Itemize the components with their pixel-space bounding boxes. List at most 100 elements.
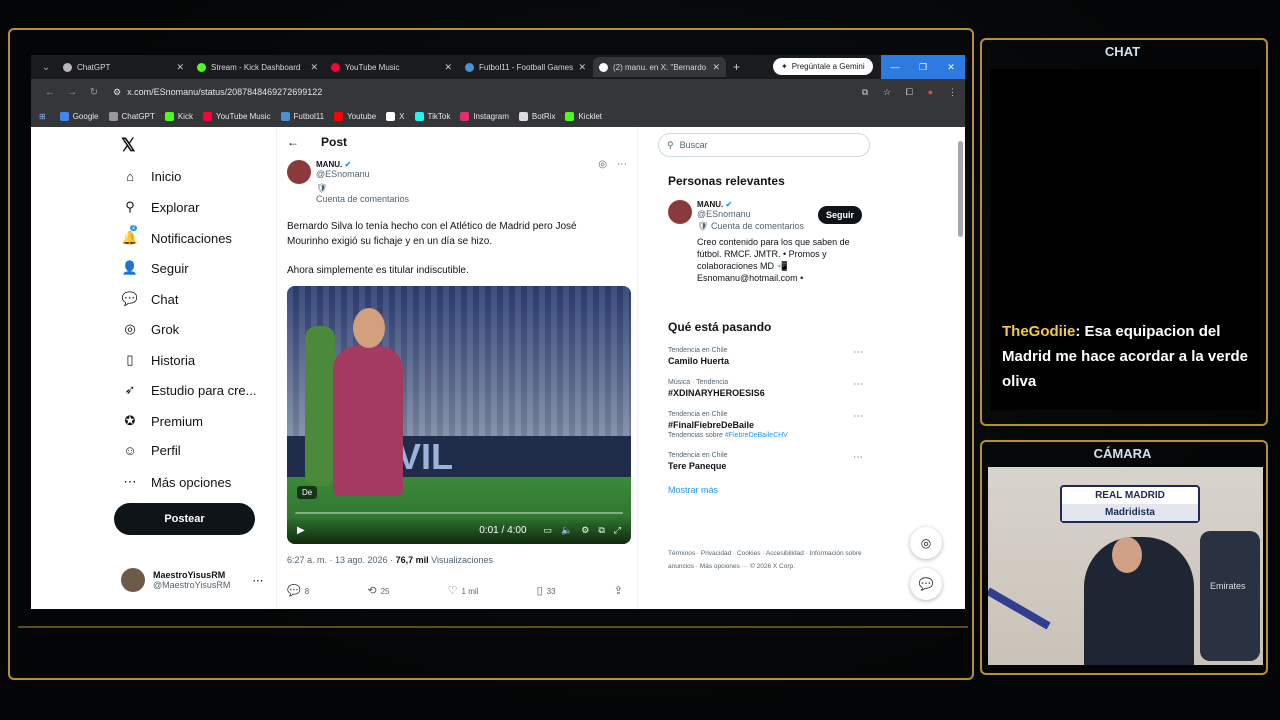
trend-item[interactable]: Tendencia en Chile #FinalFiebreDeBaile Ten…: [668, 411, 863, 439]
nav-chat[interactable]: 💬 Chat: [121, 291, 179, 307]
nav-notificaciones[interactable]: 🔔 2 Notificaciones: [121, 225, 232, 246]
close-icon[interactable]: ✕: [712, 62, 720, 73]
minimize-icon[interactable]: —: [881, 55, 909, 79]
nav-mas-opciones[interactable]: ⋯ Más opciones: [121, 474, 232, 490]
back-arrow-icon[interactable]: ←: [287, 135, 299, 149]
footer-links[interactable]: Términos · Privacidad · Cookies · Accesi…: [668, 547, 868, 573]
nav-premium[interactable]: ✪ Premium: [121, 413, 203, 429]
show-more-link[interactable]: Mostrar más: [668, 485, 863, 495]
bookmark-google[interactable]: Google: [59, 111, 99, 121]
gemini-button[interactable]: ✦ Pregúntale a Gemini: [773, 58, 873, 75]
bookmark-chatgpt[interactable]: ChatGPT: [108, 111, 155, 121]
nav-inicio[interactable]: ⌂ Inicio: [121, 169, 181, 184]
bookmark-button[interactable]: ▯ 33: [537, 584, 556, 597]
repost-button[interactable]: ⟲ 25: [367, 584, 389, 597]
post-author[interactable]: MANU. ✔ @ESnomanu 🛡 Cuenta de comentarios: [287, 160, 409, 204]
apps-icon[interactable]: ⊞: [39, 112, 46, 121]
maximize-icon[interactable]: ❐: [909, 55, 937, 79]
nav-explorar[interactable]: ⚲ Explorar: [121, 199, 199, 215]
captions-icon[interactable]: ▭: [544, 525, 553, 536]
nav-historia[interactable]: ▯ Historia: [121, 352, 195, 368]
x-logo-icon[interactable]: 𝕏: [121, 135, 136, 156]
gemini-label: Pregúntale a Gemini: [791, 62, 865, 71]
back-icon[interactable]: ←: [39, 87, 61, 98]
more-icon[interactable]: ⋯: [617, 159, 627, 170]
bookmark-futbol11[interactable]: Futbol11: [280, 111, 324, 121]
bookmark-botrix[interactable]: BotRix: [518, 111, 555, 121]
bookmark-x[interactable]: X: [386, 111, 405, 121]
bookmark-kicklet[interactable]: Kicklet: [565, 111, 602, 121]
nav-perfil[interactable]: ☺ Perfil: [121, 443, 180, 458]
nav-estudio[interactable]: ➶ Estudio para cre...: [121, 382, 257, 398]
new-tab-icon[interactable]: +: [733, 60, 740, 74]
forward-icon[interactable]: →: [61, 87, 83, 98]
nav-seguir[interactable]: 👤 Seguir: [121, 260, 189, 276]
post-timestamp[interactable]: 6:27 a. m. · 13 ago. 2026 ·: [287, 555, 396, 565]
scrollbar[interactable]: [958, 141, 963, 237]
bookmark-tiktok[interactable]: TikTok: [414, 111, 450, 121]
real-madrid-flag: REAL MADRID Madridista: [1060, 485, 1200, 523]
like-count: 1 mil: [461, 587, 479, 596]
close-icon[interactable]: ✕: [578, 62, 586, 73]
tab-youtube-music[interactable]: YouTube Music ✕: [325, 57, 458, 77]
more-icon[interactable]: ⋯: [853, 347, 863, 358]
close-icon[interactable]: ✕: [310, 62, 318, 73]
trend-context: Tendencia en Chile: [668, 452, 728, 459]
avatar[interactable]: [287, 160, 311, 184]
tab-chatgpt[interactable]: ChatGPT ✕: [57, 57, 190, 77]
volume-icon[interactable]: 🔈: [561, 525, 572, 536]
bookmark-instagram[interactable]: Instagram: [460, 111, 509, 121]
menu-icon[interactable]: ⋮: [948, 87, 957, 97]
more-icon[interactable]: ⋯: [853, 379, 863, 390]
more-icon[interactable]: ⋯: [853, 411, 863, 422]
tab-kick[interactable]: Stream - Kick Dashboard ✕: [191, 57, 324, 77]
post-button[interactable]: Postear: [114, 503, 255, 535]
fullscreen-icon[interactable]: ⤢: [614, 525, 621, 536]
video-progress[interactable]: [295, 512, 623, 514]
card-title: Personas relevantes: [668, 174, 785, 188]
bookmark-youtube-music[interactable]: YouTube Music: [202, 111, 271, 121]
search-placeholder: Buscar: [679, 140, 708, 150]
tab-x-post[interactable]: (2) manu. en X: "Bernardo S ✕: [593, 57, 726, 77]
grok-float-button[interactable]: ◎: [910, 527, 942, 559]
settings-icon[interactable]: ⚙: [581, 525, 589, 536]
tab-search-icon[interactable]: ⌄: [35, 62, 57, 73]
more-icon[interactable]: ⋯: [853, 452, 863, 463]
close-window-icon[interactable]: ✕: [937, 55, 965, 79]
site-info-icon[interactable]: ⚙: [113, 87, 121, 98]
video-player[interactable]: VIL De ▶ 0:01 / 4:00 ▭ 🔈 ⚙ ⧉ ⤢: [287, 286, 631, 544]
trend-item[interactable]: Tendencia en Chile Tere Paneque ⋯: [668, 452, 863, 471]
follow-button[interactable]: Seguir: [817, 206, 862, 224]
close-icon[interactable]: ✕: [444, 62, 452, 73]
video-frame-goalkeeper: [305, 326, 335, 486]
grok-icon[interactable]: ◎: [598, 159, 607, 170]
trend-sub: Tendencias sobre #FiebreDeBaileCHV: [668, 432, 863, 439]
account-switcher[interactable]: MaestroYisusRM @MaestroYisusRM ⋯: [121, 568, 263, 592]
play-icon[interactable]: ▶: [297, 525, 305, 536]
bookmark-kick[interactable]: Kick: [164, 111, 193, 121]
more-icon[interactable]: ⋯: [252, 574, 263, 587]
nav-grok[interactable]: ◎ Grok: [121, 321, 179, 337]
bookmark-youtube[interactable]: Youtube: [334, 111, 376, 121]
reload-icon[interactable]: ↻: [83, 87, 105, 98]
like-button[interactable]: ♡ 1 mil: [448, 584, 479, 597]
url-bar[interactable]: ⚙ x.com/ESnomanu/status/20878484692726991…: [105, 83, 850, 101]
user-name-text: MANU.: [697, 200, 724, 209]
avatar[interactable]: [668, 200, 692, 224]
share-button[interactable]: ⇪: [614, 584, 627, 597]
star-icon[interactable]: ☆: [883, 87, 891, 97]
picture-in-picture-icon[interactable]: ⧉: [598, 525, 604, 536]
address-bar-row: ← → ↻ ⚙ x.com/ESnomanu/status/20878484692…: [31, 79, 965, 105]
tab-futbol11[interactable]: Futbol11 - Football Games ✕: [459, 57, 592, 77]
trend-name: #XDINARYHEROESIS6: [668, 388, 765, 398]
install-icon[interactable]: ⧉: [862, 87, 868, 97]
trend-hashtag-link[interactable]: #FiebreDeBaileCHV: [725, 432, 788, 439]
reply-button[interactable]: 💬 8: [287, 584, 309, 597]
extensions-icon[interactable]: ⧠: [906, 87, 913, 97]
messages-float-button[interactable]: 💬: [910, 568, 942, 600]
trend-item[interactable]: Tendencia en Chile Camilo Huerta ⋯: [668, 347, 863, 366]
trend-item[interactable]: Música · Tendencia #XDINARYHEROESIS6 ⋯: [668, 379, 863, 398]
profile-avatar-icon[interactable]: ●: [928, 87, 933, 97]
search-input[interactable]: ⚲ Buscar: [658, 133, 870, 157]
close-icon[interactable]: ✕: [176, 62, 184, 73]
